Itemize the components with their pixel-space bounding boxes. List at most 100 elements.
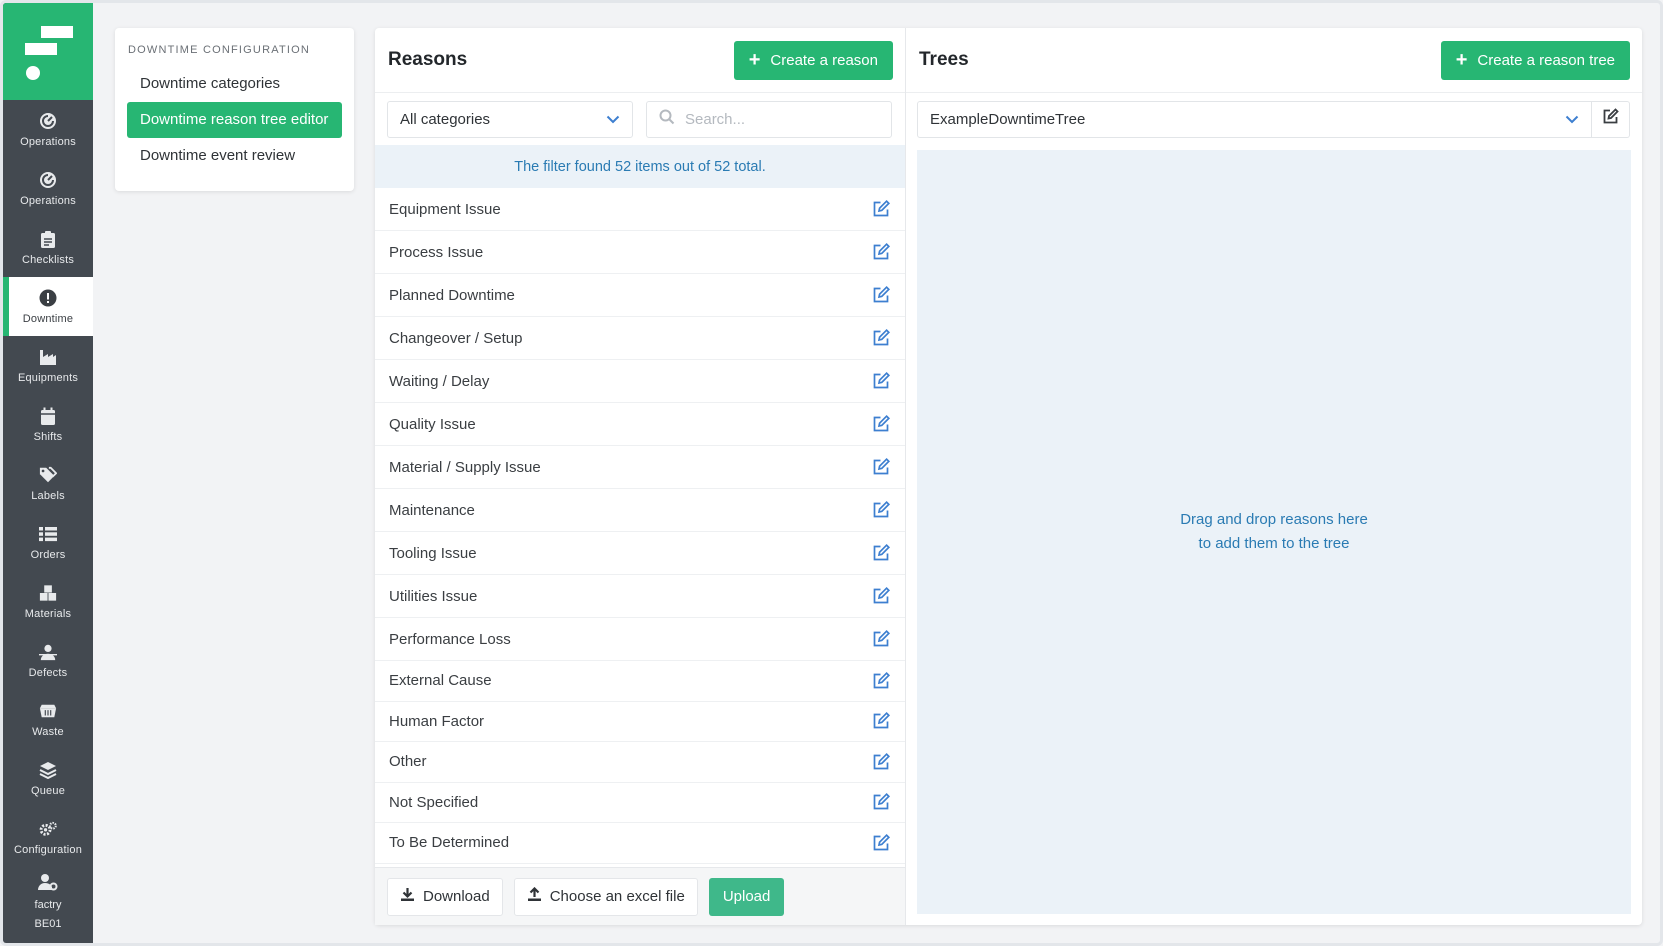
sidebar-item-defects[interactable]: Defects — [3, 631, 93, 690]
sidebar-item-shifts[interactable]: Shifts — [3, 395, 93, 454]
reason-row[interactable]: Planned Downtime — [375, 274, 905, 317]
config-item-tree-editor[interactable]: Downtime reason tree editor — [127, 102, 342, 138]
sidebar-item-downtime[interactable]: Downtime — [3, 277, 93, 336]
edit-icon[interactable] — [871, 792, 891, 812]
sidebar-item-configuration[interactable]: Configuration — [3, 808, 93, 867]
config-item-categories[interactable]: Downtime categories — [127, 66, 342, 102]
sidebar-item-operations[interactable]: Operations — [3, 159, 93, 218]
reason-row[interactable]: Equipment Issue — [375, 188, 905, 231]
edit-icon[interactable] — [871, 711, 891, 731]
tree-select-value: ExampleDowntimeTree — [930, 110, 1086, 128]
reason-row[interactable]: Maintenance — [375, 489, 905, 532]
dumpster-icon — [39, 702, 57, 720]
edit-icon[interactable] — [871, 833, 891, 853]
reason-list: Equipment Issue Process Issue Planned Down… — [375, 188, 905, 864]
edit-icon[interactable] — [871, 285, 891, 305]
sidebar-item-label: Waste — [32, 725, 64, 738]
sidebar-item-materials[interactable]: Materials — [3, 572, 93, 631]
reason-name: Planned Downtime — [389, 286, 515, 304]
edit-icon — [1602, 108, 1619, 130]
reason-row[interactable]: Performance Loss — [375, 618, 905, 661]
reasons-title: Reasons — [388, 49, 468, 70]
sidebar-item-orders[interactable]: Orders — [3, 513, 93, 572]
sidebar-item-queue[interactable]: Queue — [3, 749, 93, 808]
reason-row[interactable]: Material / Supply Issue — [375, 446, 905, 489]
edit-icon[interactable] — [871, 543, 891, 563]
edit-icon[interactable] — [871, 671, 891, 691]
sidebar-item-label: Defects — [28, 666, 68, 679]
reason-row[interactable]: Human Factor — [375, 702, 905, 742]
app-window: Operations Operations Checklists Downtime Eq… — [0, 0, 1663, 946]
reason-row[interactable]: To Be Determined — [375, 823, 905, 864]
downtime-config-menu: DOWNTIME CONFIGURATION Downtime categori… — [115, 28, 354, 191]
reason-row[interactable]: Waiting / Delay — [375, 360, 905, 403]
sidebar-item-label: Orders — [30, 548, 66, 561]
user-menu[interactable]: factry BE01 — [3, 867, 93, 939]
choose-file-button[interactable]: Choose an excel file — [513, 877, 698, 916]
create-reason-tree-button[interactable]: + Create a reason tree — [1440, 40, 1630, 80]
edit-tree-button[interactable] — [1592, 100, 1630, 138]
create-reason-label: Create a reason — [770, 51, 878, 69]
edit-icon[interactable] — [871, 242, 891, 262]
reason-row[interactable]: External Cause — [375, 661, 905, 702]
sidebar-item-label: Queue — [30, 784, 66, 797]
tree-select-row: ExampleDowntimeTree — [906, 93, 1642, 145]
edit-icon[interactable] — [871, 629, 891, 649]
reason-name: Other — [389, 753, 427, 771]
reason-search[interactable] — [646, 100, 892, 138]
reason-name: Maintenance — [389, 501, 475, 519]
category-select[interactable]: All categories — [387, 100, 633, 138]
search-input[interactable] — [685, 110, 865, 128]
edit-icon[interactable] — [871, 457, 891, 477]
download-button[interactable]: Download — [387, 877, 503, 916]
edit-icon[interactable] — [871, 500, 891, 520]
reason-row[interactable]: Changeover / Setup — [375, 317, 905, 360]
reason-name: Changeover / Setup — [389, 329, 523, 347]
reason-row[interactable]: Tooling Issue — [375, 532, 905, 575]
user-site: BE01 — [34, 917, 62, 930]
editor-panel: Reasons + Create a reason All categories — [375, 28, 1642, 925]
sidebar-item-labels[interactable]: Labels — [3, 454, 93, 513]
reason-row[interactable]: Not Specified — [375, 783, 905, 823]
edit-icon[interactable] — [871, 371, 891, 391]
reasons-footer: Download Choose an excel file Upload — [375, 867, 905, 925]
reason-row[interactable]: Other — [375, 742, 905, 783]
sidebar-item-checklists[interactable]: Checklists — [3, 218, 93, 277]
search-icon — [659, 109, 675, 130]
edit-icon[interactable] — [871, 586, 891, 606]
sidebar-item-label: Downtime — [22, 312, 74, 325]
reason-name: External Cause — [389, 672, 492, 690]
filter-result-info: The filter found 52 items out of 52 tota… — [375, 145, 905, 188]
create-reason-button[interactable]: + Create a reason — [733, 40, 893, 80]
sidebar-item-waste[interactable]: Waste — [3, 690, 93, 749]
config-item-event-review[interactable]: Downtime event review — [127, 138, 342, 174]
sidebar-item-label: Shifts — [33, 430, 63, 443]
app-logo[interactable] — [3, 3, 93, 100]
reason-name: To Be Determined — [389, 834, 510, 852]
reason-row[interactable]: Utilities Issue — [375, 575, 905, 618]
tree-dropzone[interactable]: Drag and drop reasons here to add them t… — [917, 150, 1631, 914]
tags-icon — [39, 466, 57, 484]
sidebar: Operations Operations Checklists Downtime Eq… — [3, 3, 93, 943]
edit-icon[interactable] — [871, 414, 891, 434]
factory-icon — [39, 348, 57, 366]
edit-icon[interactable] — [871, 752, 891, 772]
reasons-header: Reasons + Create a reason — [375, 28, 905, 93]
sidebar-item-label: Equipments — [17, 371, 79, 384]
edit-icon[interactable] — [871, 199, 891, 219]
edit-icon[interactable] — [871, 328, 891, 348]
upload-button[interactable]: Upload — [708, 877, 785, 916]
sidebar-item-label: Checklists — [21, 253, 75, 266]
sidebar-item-label: Operations — [20, 194, 76, 207]
reason-name: Quality Issue — [389, 415, 476, 433]
reason-row[interactable]: Process Issue — [375, 231, 905, 274]
reason-row[interactable]: Quality Issue — [375, 403, 905, 446]
chevron-down-icon — [1565, 111, 1579, 128]
sidebar-item-equipments[interactable]: Equipments — [3, 336, 93, 395]
tree-select[interactable]: ExampleDowntimeTree — [917, 100, 1592, 138]
sidebar-item-label: Labels — [31, 489, 65, 502]
sidebar-item-label: Configuration — [13, 843, 83, 856]
calendar-icon — [39, 407, 57, 425]
sidebar-item-operations[interactable]: Operations — [3, 100, 93, 159]
trees-header: Trees + Create a reason tree — [906, 28, 1642, 93]
